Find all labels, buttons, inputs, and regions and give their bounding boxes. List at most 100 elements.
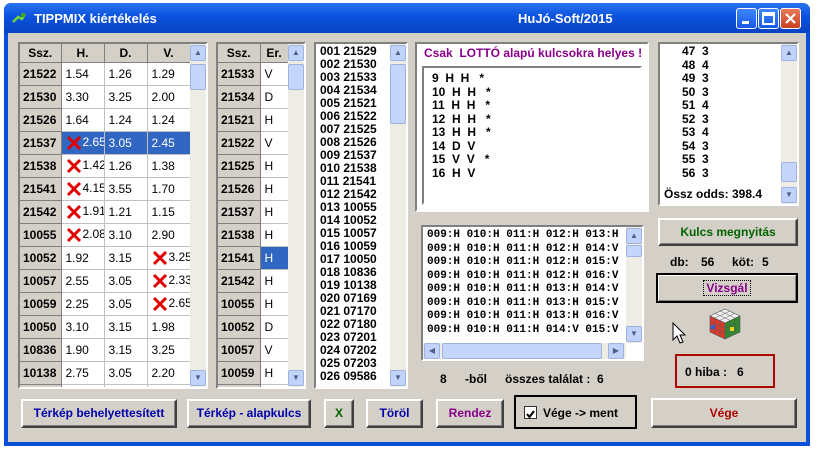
odds-d-cell[interactable]: 3.05 xyxy=(104,131,148,155)
scroll-thumb[interactable] xyxy=(390,64,406,124)
row-key[interactable]: 10050 xyxy=(20,315,62,339)
list-item[interactable]: 56 3 xyxy=(678,166,797,181)
row-key[interactable]: 07169 xyxy=(20,384,62,387)
table-row[interactable]: 21521 H xyxy=(218,108,289,132)
row-key[interactable]: 21526 xyxy=(20,108,62,132)
row-key[interactable]: 21534 xyxy=(218,85,261,109)
result-cell[interactable]: H xyxy=(260,292,289,316)
list-item[interactable]: 54 3 xyxy=(678,139,797,154)
row-key[interactable]: 10052 xyxy=(20,246,62,270)
scroll-up-icon[interactable]: ▲ xyxy=(288,45,304,61)
result-cell[interactable]: V xyxy=(260,131,289,155)
list-item[interactable]: 14 D V xyxy=(424,139,640,154)
combo-hscroll[interactable]: ◀ ▶ xyxy=(423,343,626,359)
table-row[interactable]: 21525 H xyxy=(218,154,289,178)
row-key[interactable]: 21526 xyxy=(218,177,261,201)
odds-h-cell[interactable]: 2.75 xyxy=(61,361,105,385)
row-key[interactable]: 21538 xyxy=(218,223,261,247)
row-key[interactable]: 21541 xyxy=(218,246,261,270)
row-key[interactable]: 21525 xyxy=(218,154,261,178)
odds-v-cell[interactable]: 1.29 xyxy=(147,62,191,86)
list-item[interactable]: 15 V V * xyxy=(424,152,640,167)
odds-h-cell[interactable]: 2.08 xyxy=(61,223,105,247)
table-row[interactable]: 21538 H xyxy=(218,223,289,247)
table-row[interactable]: 21526 1.64 1.24 1.24 xyxy=(20,108,191,132)
table-row[interactable]: 071693.403.251.95 xyxy=(20,384,191,387)
scroll-up-icon[interactable]: ▲ xyxy=(781,45,797,61)
odds-d-cell[interactable]: 3.25 xyxy=(104,384,148,387)
odds-h-cell[interactable]: 2.65 xyxy=(61,131,105,155)
result-cell[interactable]: D xyxy=(260,315,289,339)
odds-d-cell[interactable]: 3.25 xyxy=(104,85,148,109)
scroll-right-icon[interactable]: ▶ xyxy=(608,343,624,359)
list-item[interactable]: 009:H 010:H 011:H 012:H 015:V xyxy=(423,256,642,270)
combo-vscroll[interactable]: ▲ ▼ xyxy=(626,227,642,343)
odds-h-cell[interactable]: 1.91 xyxy=(61,200,105,224)
table-row[interactable]: 10052 1.92 3.15 3.25 xyxy=(20,246,191,270)
scroll-down-icon[interactable]: ▼ xyxy=(781,187,797,203)
odds-v-cell[interactable]: 2.45 xyxy=(147,131,191,155)
odds-d-cell[interactable]: 3.55 xyxy=(104,177,148,201)
table-row[interactable]: 21526 H xyxy=(218,177,289,201)
row-key[interactable]: 21537 xyxy=(20,131,62,155)
result-cell[interactable]: D xyxy=(260,85,289,109)
list-item[interactable]: 13 H H * xyxy=(424,125,640,140)
odds-h-cell[interactable]: 2.55 xyxy=(61,269,105,293)
result-cell[interactable]: H xyxy=(260,154,289,178)
scroll-thumb[interactable] xyxy=(288,64,304,90)
table-row[interactable]: 10052 D xyxy=(218,315,289,339)
odds-h-cell[interactable]: 3.10 xyxy=(61,315,105,339)
odds-v-cell[interactable]: 1.98 xyxy=(147,315,191,339)
result-cell[interactable]: H xyxy=(260,361,289,385)
list-item[interactable]: 48 4 xyxy=(678,58,797,73)
table-row[interactable]: 21522 V xyxy=(218,131,289,155)
x-button[interactable]: X xyxy=(324,399,354,428)
table-row[interactable]: 21541 H xyxy=(218,246,289,270)
check-button[interactable]: Vizsgál xyxy=(656,273,798,303)
odds-d-cell[interactable]: 1.26 xyxy=(104,154,148,178)
list-item[interactable]: 55 3 xyxy=(678,152,797,167)
table-row[interactable]: 21541 4.15 3.55 1.70 xyxy=(20,177,191,201)
row-key[interactable]: 10057 xyxy=(218,338,261,362)
result-cell[interactable]: V xyxy=(260,62,289,86)
scroll-thumb[interactable] xyxy=(626,245,642,257)
row-key[interactable]: 21541 xyxy=(20,177,62,201)
odds-v-cell[interactable]: 1.38 xyxy=(147,154,191,178)
odds-v-cell[interactable]: 2.65 xyxy=(147,292,191,316)
odds-d-cell[interactable]: 3.15 xyxy=(104,315,148,339)
odds-d-cell[interactable]: 3.15 xyxy=(104,338,148,362)
key-open-button[interactable]: Kulcs megnyitás xyxy=(658,218,798,246)
minimize-button[interactable] xyxy=(736,8,757,29)
odds-h-cell[interactable]: 1.64 xyxy=(61,108,105,132)
table-row[interactable]: 10138 2.75 3.05 2.20 xyxy=(20,361,191,385)
scroll-thumb[interactable] xyxy=(442,343,602,359)
odds-h-cell[interactable]: 1.90 xyxy=(61,338,105,362)
column-header[interactable]: D. xyxy=(104,44,148,63)
odds-v-cell[interactable]: 1.15 xyxy=(147,200,191,224)
odds-d-cell[interactable]: 3.15 xyxy=(104,246,148,270)
odds-v-cell[interactable]: 1.24 xyxy=(147,108,191,132)
row-key[interactable]: 10836 xyxy=(20,338,62,362)
row-key[interactable]: 10055 xyxy=(218,292,261,316)
column-header[interactable]: Er. xyxy=(260,44,289,63)
row-key[interactable]: 10052 xyxy=(218,315,261,339)
table-row[interactable]: 21522 1.54 1.26 1.29 xyxy=(20,62,191,86)
table-row[interactable]: 21538 1.42 1.26 1.38 xyxy=(20,154,191,178)
list-item[interactable]: 49 3 xyxy=(678,71,797,86)
odds-d-cell[interactable]: 3.10 xyxy=(104,223,148,247)
scroll-down-icon[interactable]: ▼ xyxy=(390,370,406,386)
list-item[interactable]: 10 H H * xyxy=(424,85,640,100)
row-key[interactable]: 21538 xyxy=(20,154,62,178)
table-row[interactable]: 10055 H xyxy=(218,292,289,316)
result-cell[interactable]: H xyxy=(260,177,289,201)
list-item[interactable]: 53 4 xyxy=(678,125,797,140)
table-row[interactable]: 21537 H xyxy=(218,200,289,224)
list-item[interactable]: 9 H H * xyxy=(424,71,640,86)
result-cell[interactable]: V xyxy=(260,338,289,362)
sort-button[interactable]: Rendez xyxy=(436,399,504,428)
close-button[interactable] xyxy=(780,8,801,29)
column-header[interactable]: Ssz. xyxy=(218,44,261,63)
title-bar[interactable]: TIPPMIX kiértékelés HuJó-Soft/2015 xyxy=(4,3,810,33)
table-row[interactable]: 10050 3.10 3.15 1.98 xyxy=(20,315,191,339)
table-row[interactable]: 10057 V xyxy=(218,338,289,362)
